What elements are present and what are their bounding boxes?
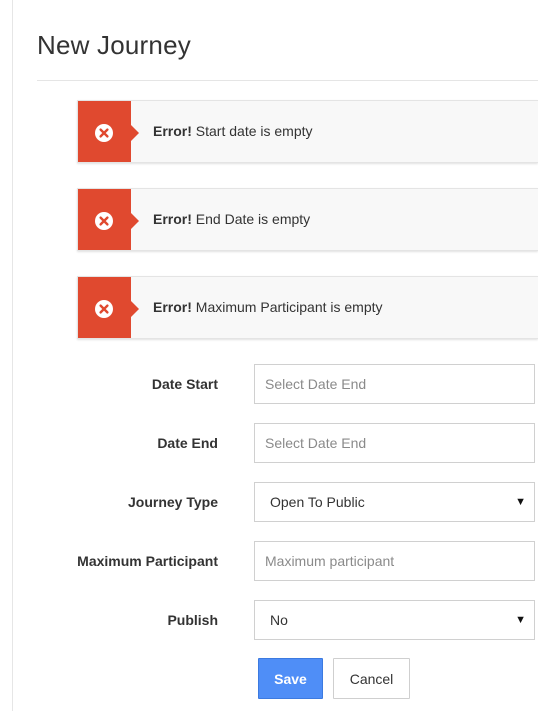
title-divider xyxy=(37,80,538,81)
error-circle-x-icon xyxy=(95,212,113,230)
error-circle-x-icon xyxy=(95,300,113,318)
alert-strong: Error! xyxy=(153,211,192,227)
alert-strong: Error! xyxy=(153,123,192,139)
error-alert-start-date: Error! Start date is empty xyxy=(77,100,538,163)
alert-text: Error! End Date is empty xyxy=(153,189,310,250)
alert-icon-box xyxy=(78,189,139,250)
error-alert-max-participant: Error! Maximum Participant is empty xyxy=(77,276,538,339)
publish-value: No xyxy=(270,612,288,628)
date-end-input[interactable] xyxy=(254,423,535,463)
date-start-input[interactable] xyxy=(254,364,535,404)
journey-type-label: Journey Type xyxy=(128,494,218,510)
cancel-button[interactable]: Cancel xyxy=(333,658,410,699)
save-button[interactable]: Save xyxy=(258,658,323,699)
publish-label: Publish xyxy=(167,612,218,628)
error-alert-end-date: Error! End Date is empty xyxy=(77,188,538,251)
page-left-border xyxy=(12,0,13,711)
alert-text: Error! Start date is empty xyxy=(153,101,313,162)
publish-select[interactable]: No ▼ xyxy=(254,600,535,640)
chevron-down-icon: ▼ xyxy=(515,496,526,508)
error-circle-x-icon xyxy=(95,124,113,142)
alert-message: End Date is empty xyxy=(191,211,311,227)
alert-strong: Error! xyxy=(153,299,192,315)
alert-text: Error! Maximum Participant is empty xyxy=(153,277,383,338)
alert-message: Start date is empty xyxy=(191,123,313,139)
alert-icon-box xyxy=(78,101,139,162)
journey-type-value: Open To Public xyxy=(270,494,365,510)
max-participant-label: Maximum Participant xyxy=(77,553,218,569)
date-end-label: Date End xyxy=(157,435,218,451)
alert-icon-box xyxy=(78,277,139,338)
journey-type-select[interactable]: Open To Public ▼ xyxy=(254,482,535,522)
date-start-label: Date Start xyxy=(151,376,218,392)
page-title: New Journey xyxy=(37,30,191,60)
max-participant-input[interactable] xyxy=(254,541,535,581)
chevron-down-icon: ▼ xyxy=(515,614,526,626)
alert-message: Maximum Participant is empty xyxy=(191,299,383,315)
